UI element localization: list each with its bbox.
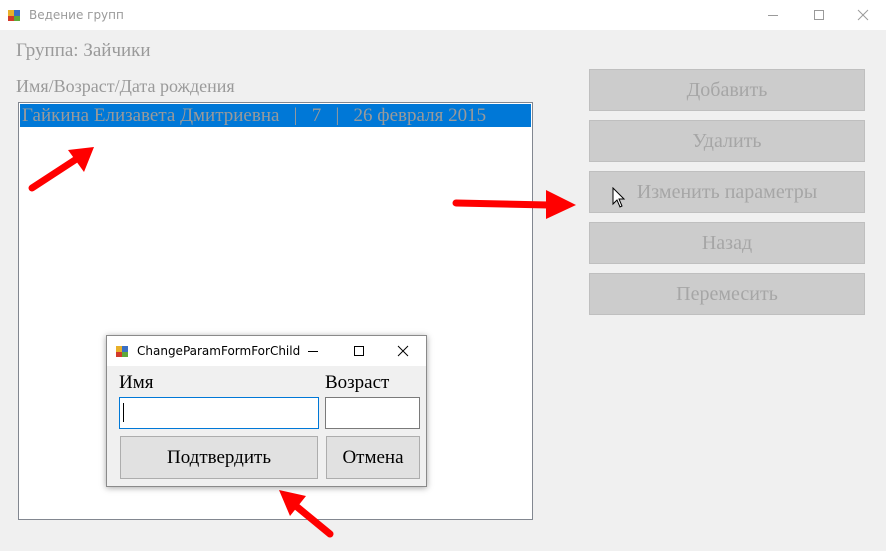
dialog-title-bar: ChangeParamFormForChild [107, 336, 426, 366]
age-input[interactable] [325, 397, 420, 429]
confirm-button[interactable]: Подтвердить [120, 436, 318, 479]
app-icon [8, 10, 20, 21]
dialog-close-button[interactable] [380, 336, 426, 366]
maximize-icon [354, 346, 364, 356]
close-icon [857, 9, 869, 21]
age-label: Возраст [325, 372, 390, 393]
mouse-cursor-icon [612, 187, 626, 208]
back-button[interactable]: Назад [589, 222, 865, 264]
maximize-button[interactable] [796, 0, 842, 30]
minimize-icon [768, 15, 778, 16]
name-input[interactable] [119, 397, 319, 429]
cancel-button[interactable]: Отмена [326, 436, 420, 479]
close-button[interactable] [840, 0, 886, 30]
minimize-icon [308, 351, 318, 352]
group-label: Группа: Зайчики [16, 40, 151, 61]
annotation-arrow-icon [28, 147, 94, 192]
dialog-maximize-button[interactable] [336, 336, 382, 366]
app-icon [116, 346, 128, 357]
minimize-button[interactable] [750, 0, 796, 30]
close-icon [397, 345, 409, 357]
columns-label: Имя/Возраст/Дата рождения [16, 76, 235, 96]
window-title: Ведение групп [29, 8, 124, 22]
annotation-arrow-icon [452, 190, 576, 219]
add-button[interactable]: Добавить [589, 69, 865, 111]
dialog-minimize-button[interactable] [290, 336, 336, 366]
title-bar: Ведение групп [0, 0, 886, 30]
text-caret [123, 403, 124, 422]
change-params-dialog: ChangeParamFormForChild Имя Возраст Подт… [106, 335, 427, 487]
change-params-button[interactable]: Изменить параметры [589, 171, 865, 213]
delete-button[interactable]: Удалить [589, 120, 865, 162]
maximize-icon [814, 10, 824, 20]
name-label: Имя [119, 372, 154, 393]
list-item[interactable]: Гайкина Елизавета Дмитриевна | 7 | 26 фе… [20, 104, 531, 127]
dialog-title: ChangeParamFormForChild [137, 344, 301, 358]
annotation-arrow-icon [279, 490, 334, 538]
move-button[interactable]: Перемесить [589, 273, 865, 315]
